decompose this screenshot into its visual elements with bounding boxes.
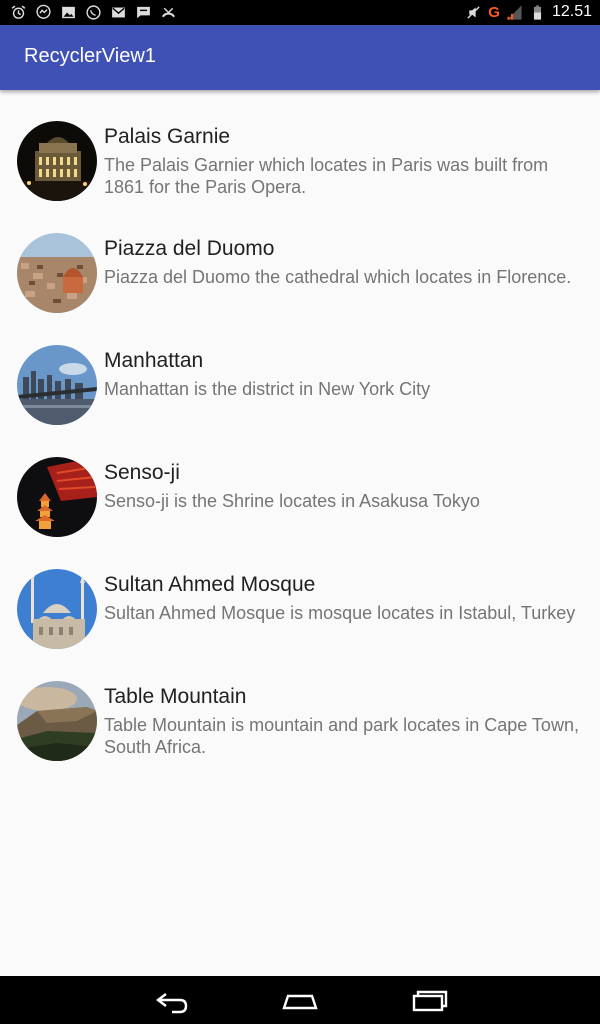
place-description: Manhattan is the district in New York Ci… <box>104 379 431 399</box>
recents-icon[interactable] <box>410 988 450 1014</box>
network-type-label: G <box>488 3 500 21</box>
place-description: Senso-ji is the Shrine locates in Asakus… <box>104 491 480 511</box>
battery-icon <box>533 4 541 20</box>
place-title: Piazza del Duomo <box>104 237 275 260</box>
place-list[interactable]: Palais Garnie The Palais Garnier which l… <box>0 90 600 793</box>
home-icon[interactable] <box>280 988 320 1014</box>
sultan-ahmed-mosque-photo <box>17 569 97 649</box>
place-title: Senso-ji <box>104 461 180 484</box>
place-title: Manhattan <box>104 349 204 372</box>
chat-icon <box>137 6 150 19</box>
place-title: Sultan Ahmed Mosque <box>104 573 316 596</box>
list-item[interactable]: Table Mountain Table Mountain is mountai… <box>0 681 600 793</box>
palais-garnier-photo <box>17 121 97 201</box>
image-icon <box>62 6 75 19</box>
list-item[interactable]: Sultan Ahmed Mosque Sultan Ahmed Mosque … <box>0 569 600 681</box>
mute-icon <box>467 5 480 19</box>
place-description: The Palais Garnier which locates in Pari… <box>104 155 549 197</box>
list-item[interactable]: Piazza del Duomo Piazza del Duomo the ca… <box>0 233 600 345</box>
status-bar: G 12.51 <box>0 0 600 25</box>
signal-icon <box>507 4 522 20</box>
navigation-bar <box>0 976 600 1024</box>
alarm-icon <box>11 5 26 19</box>
list-item[interactable]: Palais Garnie The Palais Garnier which l… <box>0 121 600 233</box>
place-description: Piazza del Duomo the cathedral which loc… <box>104 267 572 287</box>
place-title: Palais Garnie <box>104 125 231 148</box>
app-bar: RecyclerView1 <box>0 25 600 90</box>
back-icon[interactable] <box>152 988 192 1014</box>
system-status: G 12.51 <box>465 3 592 21</box>
manhattan-photo <box>17 345 97 425</box>
place-description: Sultan Ahmed Mosque is mosque locates in… <box>104 603 576 623</box>
clock: 12.51 <box>551 3 592 20</box>
place-description: Table Mountain is mountain and park loca… <box>104 715 579 757</box>
missed-call-icon <box>161 7 176 18</box>
piazza-del-duomo-photo <box>17 233 97 313</box>
gmail-icon <box>112 7 125 18</box>
place-title: Table Mountain <box>104 685 247 708</box>
table-mountain-photo <box>17 681 97 761</box>
notification-icons <box>10 4 177 21</box>
app-title: RecyclerView1 <box>24 45 156 67</box>
whatsapp-icon <box>86 5 101 20</box>
senso-ji-photo <box>17 457 97 537</box>
list-item[interactable]: Manhattan Manhattan is the district in N… <box>0 345 600 457</box>
list-item[interactable]: Senso-ji Senso-ji is the Shrine locates … <box>0 457 600 569</box>
messenger-icon <box>36 4 51 19</box>
